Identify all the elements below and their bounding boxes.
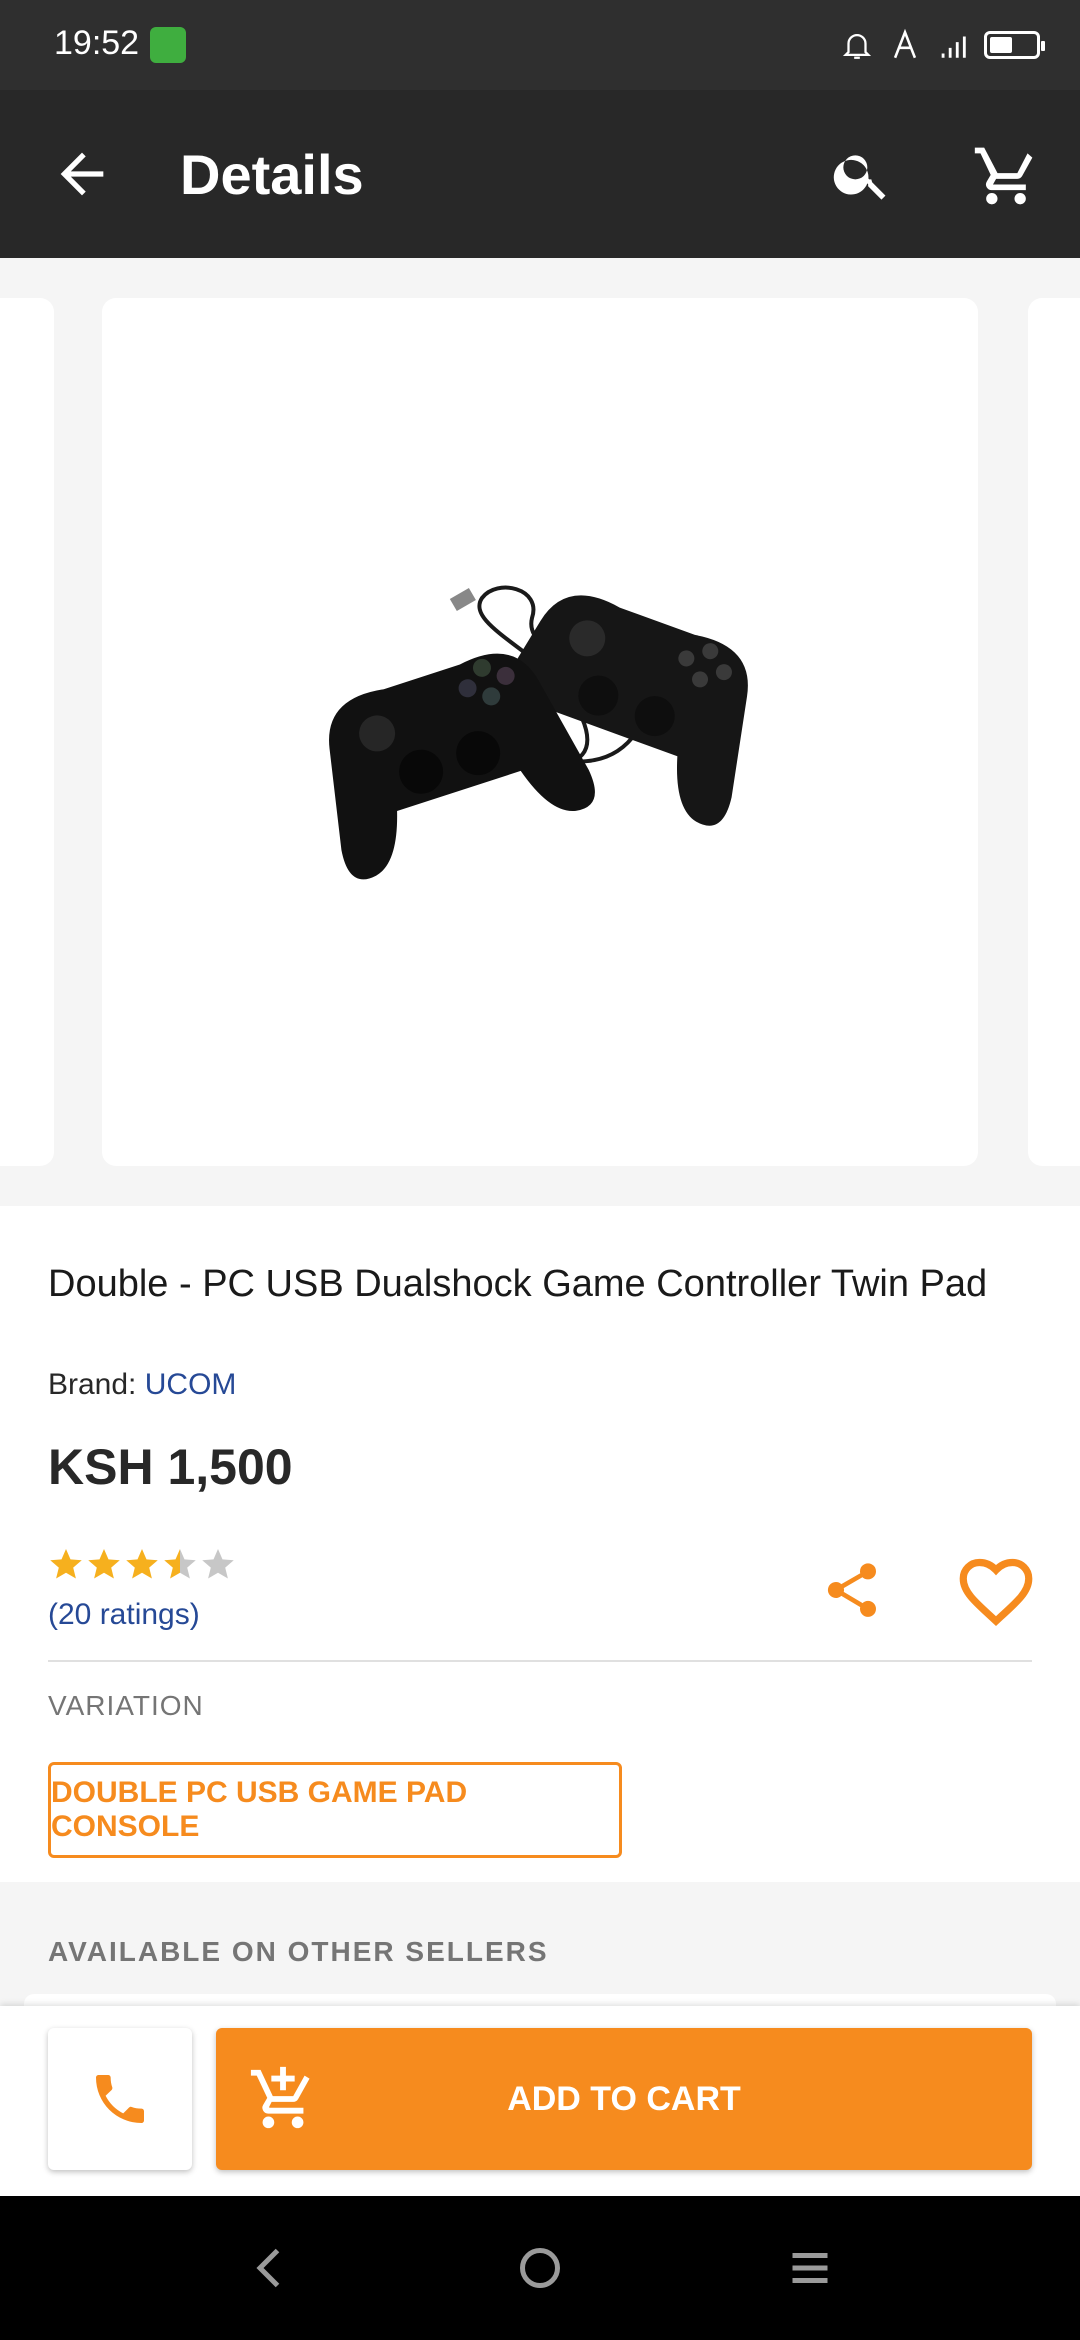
product-price: KSH 1,500: [48, 1439, 293, 1495]
star-icon: [88, 1549, 120, 1579]
previous-image-card[interactable]: [0, 298, 54, 1166]
page-title: Details: [180, 143, 364, 206]
ratings-count-link[interactable]: (20 ratings): [48, 1598, 200, 1632]
system-icons: [840, 28, 1045, 62]
system-nav-bar: [0, 2196, 1080, 2340]
brand-label: Brand:: [48, 1368, 137, 1401]
alarm-icon: [842, 34, 872, 59]
call-button[interactable]: [48, 2028, 192, 2170]
battery-icon: [984, 31, 1045, 59]
main-image-card[interactable]: [102, 298, 978, 1166]
back-arrow-icon[interactable]: [50, 142, 114, 206]
star-icon: [126, 1549, 158, 1579]
add-to-cart-label: ADD TO CART: [507, 2079, 741, 2118]
half-star-icon: [164, 1549, 196, 1579]
nav-home-icon[interactable]: [510, 2238, 570, 2298]
variation-label: VARIATION: [48, 1690, 204, 1721]
evernote-notification-icon: [150, 27, 186, 63]
product-details: Double - PC USB Dualshock Game Controlle…: [0, 1206, 1080, 1882]
bottom-action-bar: ADD TO CART: [0, 2006, 1080, 2196]
phone-icon: [96, 2075, 144, 2123]
status-time: 19:52: [54, 24, 140, 62]
divider: [48, 1660, 1032, 1662]
next-image-card[interactable]: [1028, 298, 1080, 1166]
share-icon[interactable]: [820, 1558, 884, 1622]
star-icon: [50, 1549, 82, 1579]
cart-icon[interactable]: [972, 142, 1040, 210]
heart-favorite-icon[interactable]: [956, 1554, 1036, 1626]
app-bar: Details: [0, 90, 1080, 258]
other-sellers-label: AVAILABLE ON OTHER SELLERS: [48, 1936, 549, 1967]
variation-option-button[interactable]: DOUBLE PC USB GAME PAD CONSOLE: [48, 1762, 622, 1858]
signal-icon: [941, 36, 966, 58]
product-name: Double - PC USB Dualshock Game Controlle…: [48, 1263, 988, 1305]
add-to-cart-button[interactable]: ADD TO CART: [216, 2028, 1032, 2170]
status-bar: 19:52: [0, 0, 1080, 90]
nav-back-icon[interactable]: [240, 2238, 300, 2298]
search-icon[interactable]: [830, 142, 894, 206]
empty-star-icon: [202, 1549, 234, 1579]
brand-link[interactable]: UCOM: [145, 1368, 237, 1401]
product-image-carousel[interactable]: [0, 258, 1080, 1206]
product-image: [329, 585, 748, 880]
nav-menu-icon[interactable]: [780, 2238, 840, 2298]
product-brand: Brand: UCOM: [48, 1368, 236, 1402]
rating-stars: [48, 1546, 236, 1582]
font-a-icon: [893, 28, 917, 59]
